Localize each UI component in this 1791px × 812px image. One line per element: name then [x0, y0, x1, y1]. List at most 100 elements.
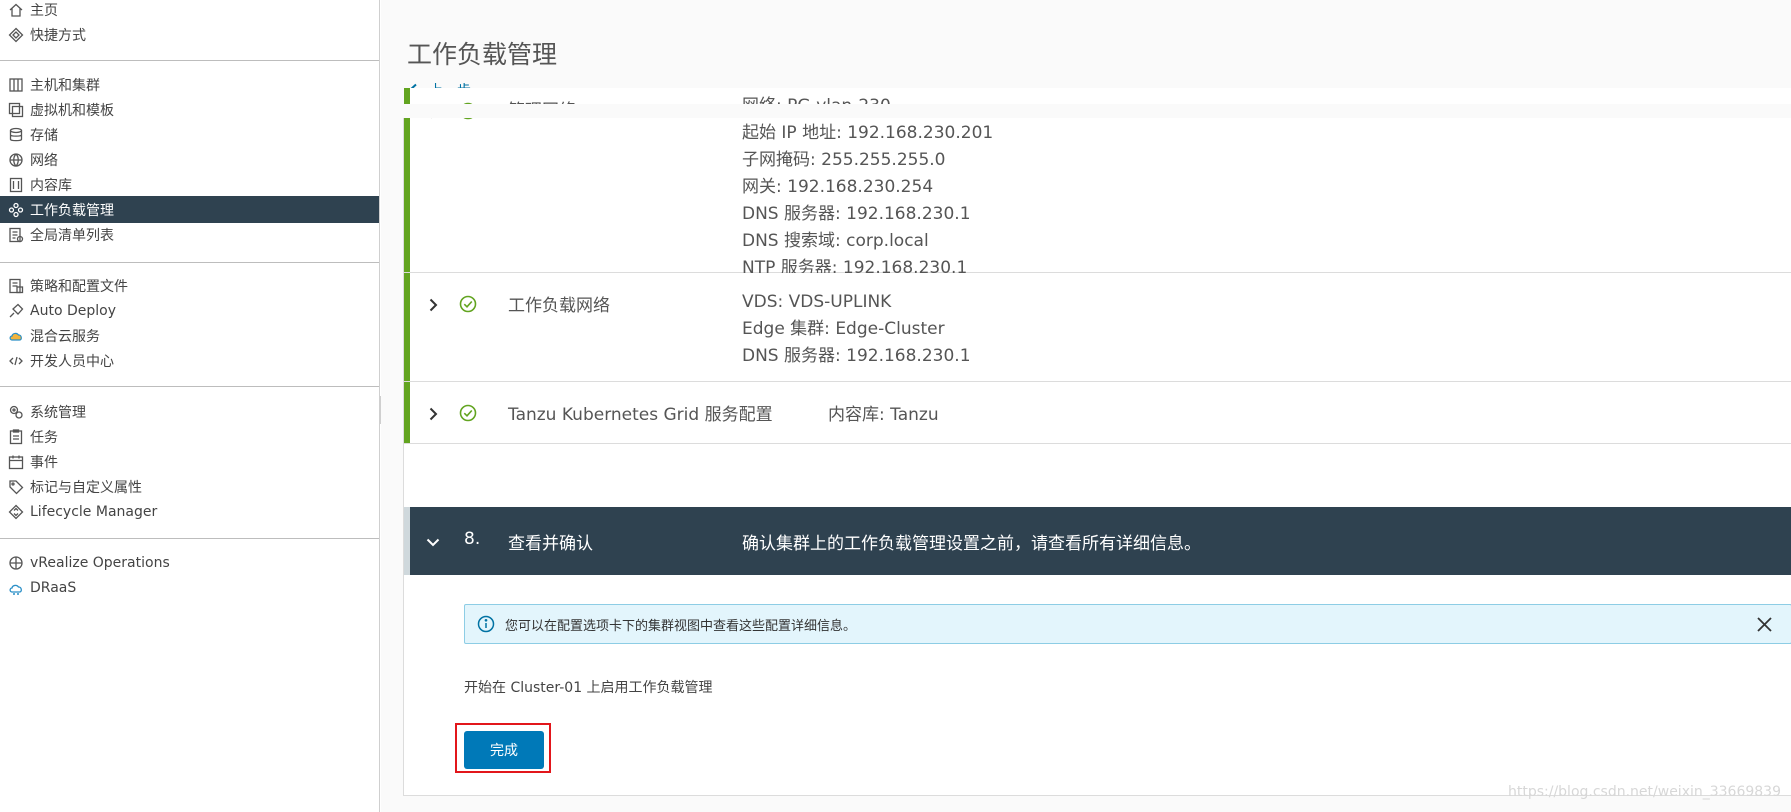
step-name: 查看并确认: [508, 534, 593, 554]
finish-button[interactable]: 完成: [464, 731, 544, 769]
step-complete-bar: [404, 273, 410, 381]
shortcuts-icon: [8, 27, 24, 43]
network-icon: [8, 152, 24, 168]
sidebar-item-label: 策略和配置文件: [30, 278, 128, 295]
sidebar-item-label: 存储: [30, 127, 58, 144]
sidebar-item-storage[interactable]: 存储: [0, 121, 379, 148]
sidebar-item-label: 混合云服务: [30, 328, 100, 345]
sidebar-item-lifecycle-manager[interactable]: Lifecycle Manager: [0, 498, 379, 525]
step-workload-network: 工作负载网络 VDS: VDS-UPLINK Edge 集群: Edge-Clu…: [404, 273, 1791, 382]
step-details: 网络: PG-vlan-230 起始 IP 地址: 192.168.230.20…: [742, 93, 993, 282]
detail-line: 网关: 192.168.230.254: [742, 177, 934, 197]
sidebar-item-tasks[interactable]: 任务: [0, 423, 379, 450]
home-icon: [8, 2, 24, 18]
page-title: 工作负载管理: [407, 39, 558, 69]
sidebar-item-label: 任务: [30, 429, 58, 446]
vm-templates-icon: [8, 102, 24, 118]
step-review-confirm-header[interactable]: 8. 查看并确认 确认集群上的工作负载管理设置之前，请查看所有详细信息。: [404, 507, 1791, 575]
watermark: https://blog.csdn.net/weixin_33669839: [1507, 784, 1781, 800]
storage-icon: [8, 127, 24, 143]
events-icon: [8, 454, 24, 470]
sidebar-item-label: 事件: [30, 454, 58, 471]
sidebar-item-label: 系统管理: [30, 404, 86, 421]
sidebar-item-policies[interactable]: 策略和配置文件: [0, 272, 379, 299]
sidebar-item-hybrid-cloud[interactable]: 混合云服务: [0, 322, 379, 349]
sidebar-item-hosts-clusters[interactable]: 主机和集群: [0, 71, 379, 98]
tag-icon: [8, 479, 24, 495]
hybrid-cloud-icon: [8, 328, 24, 344]
wizard-steps: 管理网络 网络: PG-vlan-230 起始 IP 地址: 192.168.2…: [403, 88, 1791, 796]
sidebar-item-label: 主页: [30, 2, 58, 19]
step-name: Tanzu Kubernetes Grid 服务配置: [508, 405, 773, 425]
sidebar-item-label: Lifecycle Manager: [30, 503, 158, 520]
chevron-right-icon[interactable]: [426, 297, 440, 312]
sidebar-item-label: DRaaS: [30, 579, 77, 596]
step-description: 确认集群上的工作负载管理设置之前，请查看所有详细信息。: [742, 534, 1201, 554]
sidebar-item-developer-center[interactable]: 开发人员中心: [0, 347, 379, 374]
close-icon[interactable]: [1756, 616, 1773, 633]
sidebar-item-vrealize-operations[interactable]: vRealize Operations: [0, 549, 379, 576]
chevron-right-icon[interactable]: [426, 406, 440, 421]
step-detail: 内容库: Tanzu: [828, 405, 939, 425]
detail-line: 子网掩码: 255.255.255.0: [742, 150, 946, 170]
draas-cloud-icon: [8, 580, 24, 596]
global-inventory-icon: [8, 227, 24, 243]
sidebar: 主页 快捷方式 主机和集群 虚拟机和模板 存储 网络 内容库 工作负载管理 全局…: [0, 0, 380, 812]
step-complete-bar: [404, 382, 410, 443]
sidebar-item-label: 内容库: [30, 177, 72, 194]
sidebar-item-label: 虚拟机和模板: [30, 102, 114, 119]
step-number: 8.: [464, 529, 481, 549]
sidebar-item-home[interactable]: 主页: [0, 0, 379, 23]
policies-icon: [8, 278, 24, 294]
sidebar-item-global-inventory[interactable]: 全局清单列表: [0, 221, 379, 248]
detail-line: Edge 集群: Edge-Cluster: [742, 319, 945, 339]
sidebar-item-label: 快捷方式: [30, 27, 86, 44]
workload-management-icon: [8, 202, 24, 218]
sidebar-item-administration[interactable]: 系统管理: [0, 398, 379, 425]
sidebar-item-label: 主机和集群: [30, 77, 100, 94]
tasks-icon: [8, 428, 24, 445]
scroll-mask: [403, 104, 1791, 118]
success-check-icon: [459, 404, 477, 422]
sidebar-item-vm-templates[interactable]: 虚拟机和模板: [0, 96, 379, 123]
sidebar-item-label: 工作负载管理: [30, 202, 114, 219]
sidebar-divider: [0, 262, 379, 263]
vrealize-icon: [8, 555, 24, 571]
alert-message: 您可以在配置选项卡下的集群视图中查看这些配置详细信息。: [505, 618, 857, 634]
detail-line: 起始 IP 地址: 192.168.230.201: [742, 123, 994, 143]
sidebar-item-auto-deploy[interactable]: Auto Deploy: [0, 297, 379, 324]
sidebar-item-label: 网络: [30, 152, 58, 169]
sidebar-item-label: vRealize Operations: [30, 554, 170, 571]
sidebar-divider: [0, 386, 379, 387]
success-check-icon: [459, 295, 477, 313]
sidebar-item-tags[interactable]: 标记与自定义属性: [0, 473, 379, 500]
sidebar-item-events[interactable]: 事件: [0, 448, 379, 475]
sidebar-item-content-library[interactable]: 内容库: [0, 171, 379, 198]
sidebar-item-label: 标记与自定义属性: [30, 479, 142, 496]
sidebar-item-label: 开发人员中心: [30, 353, 114, 370]
lifecycle-icon: [8, 504, 24, 520]
auto-deploy-icon: [8, 303, 24, 319]
info-icon: [477, 615, 495, 633]
detail-line: DNS 服务器: 192.168.230.1: [742, 204, 971, 224]
sidebar-divider: [0, 60, 379, 61]
detail-line: DNS 搜索域: corp.local: [742, 231, 929, 251]
sidebar-item-draas[interactable]: DRaaS: [0, 574, 379, 601]
sidebar-divider: [0, 538, 379, 539]
sidebar-item-network[interactable]: 网络: [0, 146, 379, 173]
chevron-down-icon[interactable]: [426, 534, 440, 548]
detail-line: VDS: VDS-UPLINK: [742, 292, 892, 312]
main-content: 工作负载管理 上一步 管理网络 网络: PG-vlan-230 起始 IP 地址…: [381, 0, 1791, 812]
step-active-bar: [404, 507, 410, 575]
sidebar-item-workload-management[interactable]: 工作负载管理: [0, 196, 379, 223]
code-icon: [8, 353, 24, 369]
administration-icon: [8, 404, 24, 420]
enable-workload-text: 开始在 Cluster-01 上启用工作负载管理: [464, 680, 713, 696]
detail-line: DNS 服务器: 192.168.230.1: [742, 346, 971, 366]
sidebar-item-shortcuts[interactable]: 快捷方式: [0, 21, 379, 48]
content-library-icon: [8, 177, 24, 193]
hosts-clusters-icon: [8, 77, 24, 93]
sidebar-item-label: Auto Deploy: [30, 302, 116, 319]
step-details: VDS: VDS-UPLINK Edge 集群: Edge-Cluster DN…: [742, 289, 971, 370]
step-name: 工作负载网络: [508, 296, 610, 316]
